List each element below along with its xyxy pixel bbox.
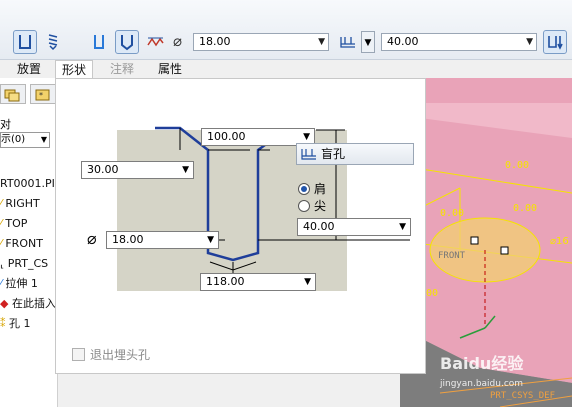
diameter-symbol: ⌀	[87, 229, 97, 248]
exit-countersink-checkbox[interactable]	[72, 348, 85, 361]
top-diameter-value: 100.00	[207, 130, 246, 143]
radio-shoulder[interactable]: 肩	[298, 180, 326, 197]
chevron-down-icon: ▼	[182, 165, 189, 175]
diameter-field[interactable]: 18.00 ▼	[106, 231, 219, 249]
drill-angle-field[interactable]: 118.00 ▼	[200, 273, 316, 291]
depth-type-label: 盲孔	[321, 147, 346, 161]
depth-type-dropdown-panel[interactable]: 盲孔	[296, 143, 414, 165]
radio-shoulder-label: 肩	[314, 182, 327, 196]
exit-countersink-label: 退出埋头孔	[90, 348, 151, 362]
blind-depth-icon	[301, 149, 316, 160]
exit-countersink-option[interactable]: 退出埋头孔	[72, 346, 150, 363]
shoulder-depth-value: 30.00	[87, 163, 119, 176]
chevron-down-icon: ▼	[207, 235, 214, 245]
drill-angle-value: 118.00	[206, 275, 245, 288]
diameter-value: 18.00	[112, 233, 144, 246]
radio-button-selected[interactable]	[298, 182, 310, 195]
shoulder-depth-field[interactable]: 30.00 ▼	[81, 161, 194, 179]
chevron-down-icon: ▼	[304, 277, 311, 287]
radio-tip-label: 尖	[314, 199, 327, 213]
radio-tip[interactable]: 尖	[298, 197, 326, 214]
depth-value: 40.00	[303, 220, 335, 233]
depth-value-field[interactable]: 40.00 ▼	[297, 218, 411, 236]
radio-button[interactable]	[298, 199, 310, 212]
chevron-down-icon: ▼	[399, 222, 406, 232]
